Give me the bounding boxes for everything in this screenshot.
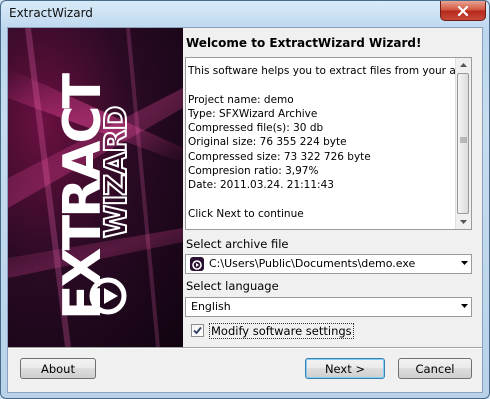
scroll-thumb[interactable]: [457, 73, 469, 214]
chevron-down-icon: [461, 304, 468, 308]
archive-file-label: Select archive file: [186, 237, 289, 251]
next-button[interactable]: Next >: [305, 358, 385, 379]
info-scrollbar[interactable]: [455, 58, 471, 229]
wizard-content-panel: Welcome to ExtractWizard Wizard! This so…: [183, 28, 482, 347]
modify-settings-checkbox[interactable]: [191, 324, 204, 337]
archive-file-select[interactable]: C:\Users\Public\Documents\demo.exe: [185, 254, 472, 274]
archive-file-value: C:\Users\Public\Documents\demo.exe: [209, 257, 416, 270]
grip-icon: [460, 137, 467, 143]
language-select[interactable]: English: [185, 297, 472, 317]
info-line: Compresion ratio: 3,97%: [188, 165, 319, 178]
archive-file-icon: [190, 257, 204, 271]
language-value: English: [191, 300, 231, 313]
window-title: ExtractWizard: [9, 6, 93, 20]
extract-wizard-logo: EXTRACT WIZARD: [8, 28, 183, 347]
info-line: [188, 78, 458, 92]
scroll-down-icon: [460, 220, 467, 224]
cancel-button[interactable]: Cancel: [398, 358, 472, 379]
scroll-up-icon: [460, 63, 467, 67]
info-line: [188, 193, 458, 207]
svg-text:WIZARD: WIZARD: [99, 107, 134, 238]
modify-settings-label[interactable]: Modify software settings: [209, 323, 354, 339]
info-line: Type: SFXWizard Archive: [188, 107, 318, 120]
welcome-heading: Welcome to ExtractWizard Wizard!: [186, 36, 422, 50]
wizard-window: ExtractWizard EXTRACT WIZARD Welcome to …: [0, 0, 490, 399]
info-line: Date: 2011.03.24. 21:11:43: [188, 179, 334, 192]
close-button[interactable]: [440, 1, 486, 21]
wizard-banner-image: EXTRACT WIZARD: [8, 28, 183, 347]
checkmark-icon: [193, 326, 202, 335]
info-text: This software helps you to extract files…: [188, 64, 458, 221]
title-bar[interactable]: ExtractWizard: [1, 1, 489, 27]
info-line: Original size: 76 355 224 byte: [188, 136, 347, 149]
info-textbox[interactable]: This software helps you to extract files…: [185, 57, 472, 230]
scroll-down-button[interactable]: [456, 215, 471, 229]
about-button[interactable]: About: [20, 358, 96, 379]
info-line: Compressed file(s): 30 db: [188, 122, 324, 135]
footer-divider: [8, 347, 482, 349]
info-line: Compressed size: 73 322 726 byte: [188, 150, 371, 163]
info-line: This software helps you to extract files…: [188, 65, 458, 77]
info-line: Project name: demo: [188, 93, 294, 106]
wizard-client-area: EXTRACT WIZARD Welcome to ExtractWizard …: [7, 27, 483, 393]
scroll-up-button[interactable]: [456, 58, 471, 72]
chevron-down-icon: [461, 261, 468, 265]
info-line: Click Next to continue: [188, 207, 304, 220]
close-icon: [457, 5, 469, 16]
language-label: Select language: [186, 279, 279, 293]
